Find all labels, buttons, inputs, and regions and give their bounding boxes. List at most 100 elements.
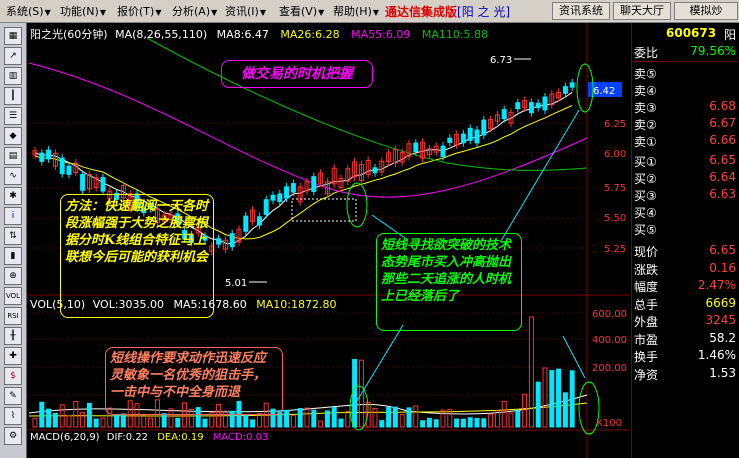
vol-ma10-value: MA10:1872.80 [256,298,337,311]
compare-icon[interactable]: ⇅ [4,227,22,245]
ma55-value: MA55:6.09 [351,28,411,41]
chart-period: (60分钟) [63,28,108,41]
buy-level: 买② 6.64 [634,170,738,187]
stock-name: 阳之光 [30,28,63,41]
candle-body [66,165,72,175]
quote-stat: 幅度 2.47% [634,278,738,295]
volume-icon[interactable]: ▮ [4,247,22,265]
volume-bar [406,407,412,428]
volume-bar [515,410,521,428]
chat-hall-button[interactable]: 聊天大厅 [613,2,671,20]
price-tick: 5.50 [604,213,626,224]
volume-bar [80,412,86,428]
volume-bar [522,393,528,428]
volume-bar [454,418,460,428]
title-annotation: 做交易的时机把握 [221,60,373,88]
volume-bar [440,409,446,428]
candle-body [263,199,269,215]
quote-stat-value: 0.16 [709,260,736,275]
buy-level-label: 买② [634,172,657,186]
zoom-icon[interactable]: ⊕ [4,267,22,285]
buy-level-value: 6.63 [709,187,736,201]
candle-body [277,193,283,203]
volume-bar [467,417,473,428]
bar-chart-icon[interactable]: ▥ [4,67,22,85]
news-system-button[interactable]: 资讯系统 [552,2,610,20]
app-subtitle: [阳 之 光] [457,5,511,19]
vol-indicator-icon[interactable]: VOL [4,287,22,305]
weibi-row: 委比 79.56% [634,44,738,62]
volume-bar [433,419,439,428]
quote-stat: 换手 1.46% [634,348,738,365]
volume-bar [73,400,79,428]
volume-bar [32,417,38,428]
quote-stat-value: 2.47% [697,278,736,292]
candle-body [372,167,378,174]
chart-area: 6.25 6.00 5.75 5.50 5.25 6.42 600.00 400… [27,23,630,458]
sell-level: 卖② 6.67 [634,116,738,133]
volume-bar [352,359,358,428]
volume-tick: 400.00 [592,335,627,346]
candle-body [501,109,507,120]
pen-icon[interactable]: ✎ [4,387,22,405]
volume-bar [508,412,514,428]
macd-header: MACD(6,20,9) DIF:0.22 DEA:0.19 MACD:0.03 [30,432,268,443]
quote-stat-value: 1.53 [709,365,736,380]
volume-bar [318,420,324,428]
tag-icon[interactable]: ◆ [4,127,22,145]
sell-level-label: 卖⑤ [634,67,657,81]
volume-bar [379,420,385,428]
menu-system[interactable]: 系统(S)▼ [6,3,51,19]
star-icon[interactable]: ✱ [4,187,22,205]
candle-icon[interactable]: ┃ [4,87,22,105]
simulate-button[interactable]: 模拟炒 [674,2,738,20]
volume-bar [202,418,208,428]
operation-annotation: 短线操作要求动作迅速反应灵敏象一名优秀的狙击手，一击中与不中全身而退 [105,347,283,415]
rsi-indicator-icon[interactable]: RSI [4,307,22,325]
kline-icon[interactable]: ╫ [4,327,22,345]
volume-bar [39,401,45,428]
dea-value: DEA:0.19 [157,432,204,443]
candle-body [447,137,453,143]
candle-body [46,149,52,160]
menu-help[interactable]: 帮助(H)▼ [333,3,379,19]
price-tick: 5.25 [604,244,626,255]
sell-level-value: 6.67 [709,116,736,130]
left-toolbar: ▦ ↗ ▥ ┃ ☰ ◆ ▤ ∿ ✱ i ⇅ ▮ ⊕ VOL RSI ╫ ✚ $ … [0,23,27,458]
quote-stat-label: 净资 [634,367,659,382]
volume-bar [345,410,351,428]
grid-icon[interactable]: ▦ [4,27,22,45]
volume-bar [562,392,568,428]
volume-bar [148,417,154,428]
menu-function[interactable]: 功能(N)▼ [60,3,106,19]
candle-body [467,127,473,141]
candle-body [515,102,521,110]
settings-icon[interactable]: ⚙ [4,427,22,445]
quote-panel: 600673 阳 委比 79.56% 卖⑤ 卖④ 卖③ 6.68 卖② 6.67 卖① 6.6… [631,23,739,458]
ma-params: MA(8,26,55,110) [115,28,208,41]
menu-analysis[interactable]: 分析(A)▼ [172,3,217,19]
list-icon[interactable]: ☰ [4,107,22,125]
volume-bar [324,410,330,428]
volume-bar [86,402,92,428]
menu-info[interactable]: 资讯(I)▼ [225,3,266,19]
cross-icon[interactable]: ✚ [4,347,22,365]
price-tick: 6.00 [604,149,626,160]
volume-bar [556,368,562,428]
candle-body [460,133,466,144]
dollar-icon[interactable]: $ [4,367,22,385]
chart-line-icon[interactable]: ⌇ [4,407,22,425]
volume-bar [243,415,249,428]
table-icon[interactable]: ▤ [4,147,22,165]
menu-view[interactable]: 查看(V)▼ [279,3,324,19]
menu-quote[interactable]: 报价(T)▼ [117,3,161,19]
wave-icon[interactable]: ∿ [4,167,22,185]
quote-stat-label: 涨跌 [634,262,659,277]
low-price-mark: 5.01 [225,278,247,289]
info-icon[interactable]: i [4,207,22,225]
sell-level-label: 卖④ [634,84,657,98]
volume-bar [501,400,507,428]
ma110-line [146,37,588,171]
candle-body [535,102,541,109]
trend-icon[interactable]: ↗ [4,47,22,65]
